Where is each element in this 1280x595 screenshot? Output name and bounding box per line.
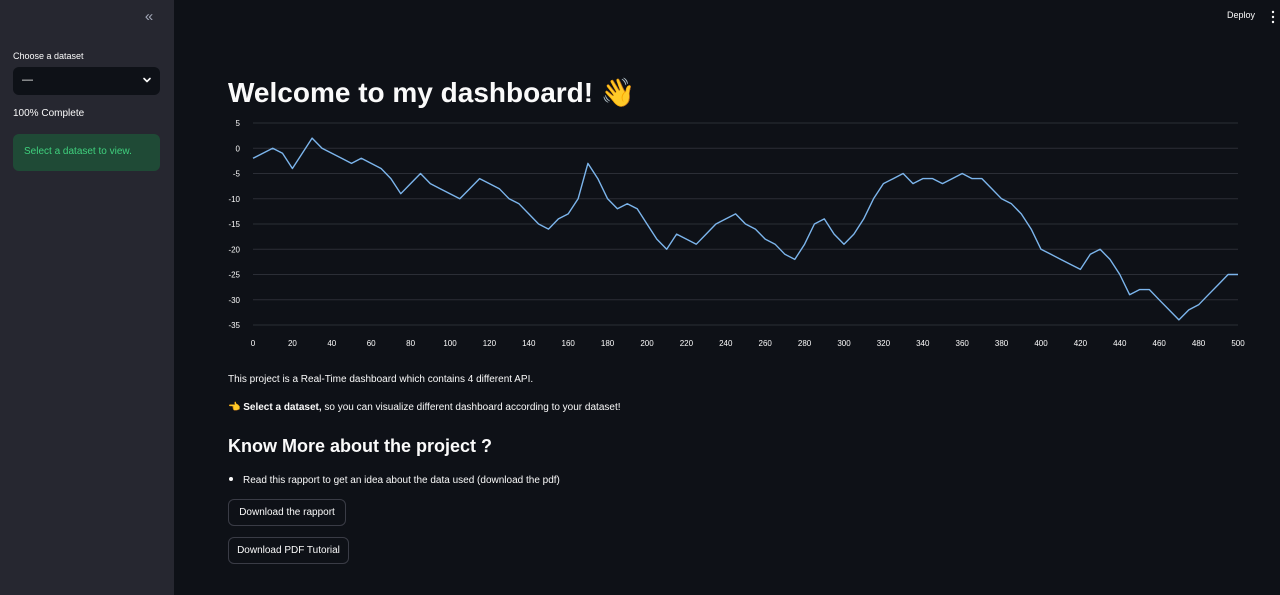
sidebar: « Choose a dataset — 100% Complete Selec…: [0, 0, 174, 595]
dataset-select-label: Choose a dataset: [13, 51, 84, 61]
x-tick-label: 200: [640, 339, 654, 348]
instruction-rest: so you can visualize different dashboard…: [321, 402, 621, 413]
x-tick-label: 20: [288, 339, 297, 348]
intro-paragraph: This project is a Real-Time dashboard wh…: [228, 374, 534, 385]
x-tick-label: 400: [1034, 339, 1048, 348]
success-alert: Select a dataset to view.: [13, 134, 160, 171]
dataset-select-value: —: [22, 74, 33, 86]
page-title: Welcome to my dashboard! 👋: [228, 77, 636, 108]
x-tick-label: 480: [1192, 339, 1206, 348]
y-tick-label: -25: [228, 271, 240, 280]
x-tick-label: 500: [1231, 339, 1245, 348]
x-tick-label: 60: [367, 339, 376, 348]
x-tick-label: 100: [443, 339, 457, 348]
bullet-icon: [229, 477, 233, 482]
x-tick-label: 80: [406, 339, 415, 348]
chevron-down-icon: [143, 77, 151, 83]
x-tick-label: 140: [522, 339, 536, 348]
y-tick-label: 5: [236, 119, 241, 128]
x-tick-label: 120: [483, 339, 497, 348]
more-options-icon[interactable]: [1270, 10, 1276, 24]
instruction-paragraph: 👈 Select a dataset, so you can visualize…: [228, 402, 621, 413]
x-tick-label: 240: [719, 339, 733, 348]
line-chart: 5 0 -5 -10 -15 -20 -25 -30 -35 0 20 40 60 80 100 120 140…: [228, 119, 1245, 348]
alert-message: Select a dataset to view.: [24, 146, 132, 157]
y-tick-label: -35: [228, 321, 240, 330]
x-tick-label: 360: [956, 339, 970, 348]
x-tick-label: 260: [759, 339, 773, 348]
section-heading: Know More about the project ?: [228, 436, 492, 456]
x-tick-label: 280: [798, 339, 812, 348]
x-tick-label: 220: [680, 339, 694, 348]
y-tick-label: -10: [228, 195, 240, 204]
x-tick-label: 0: [251, 339, 256, 348]
x-tick-label: 340: [916, 339, 930, 348]
progress-status: 100% Complete: [13, 108, 85, 119]
x-tick-label: 180: [601, 339, 615, 348]
instruction-bold: Select a dataset,: [243, 402, 322, 413]
x-tick-label: 40: [327, 339, 336, 348]
x-tick-label: 160: [562, 339, 576, 348]
download-rapport-button[interactable]: Download the rapport: [228, 499, 346, 526]
list-item: Read this rapport to get an idea about t…: [229, 475, 560, 486]
deploy-button[interactable]: Deploy: [1227, 10, 1255, 20]
dataset-select[interactable]: —: [13, 67, 160, 95]
x-tick-label: 380: [995, 339, 1009, 348]
x-tick-label: 300: [837, 339, 851, 348]
y-tick-label: -30: [228, 296, 240, 305]
x-tick-label: 420: [1074, 339, 1088, 348]
pointing-hand-icon: 👈: [228, 402, 241, 413]
y-tick-label: -20: [228, 245, 240, 254]
collapse-sidebar-icon[interactable]: «: [141, 9, 157, 25]
download-tutorial-button[interactable]: Download PDF Tutorial: [228, 537, 349, 564]
y-tick-label: -5: [233, 170, 241, 179]
x-tick-label: 320: [877, 339, 891, 348]
x-tick-label: 460: [1153, 339, 1167, 348]
y-tick-label: 0: [236, 144, 241, 153]
x-tick-label: 440: [1113, 339, 1127, 348]
list-item-text: Read this rapport to get an idea about t…: [243, 475, 560, 486]
y-tick-label: -15: [228, 220, 240, 229]
series-line: [252, 137, 1238, 321]
